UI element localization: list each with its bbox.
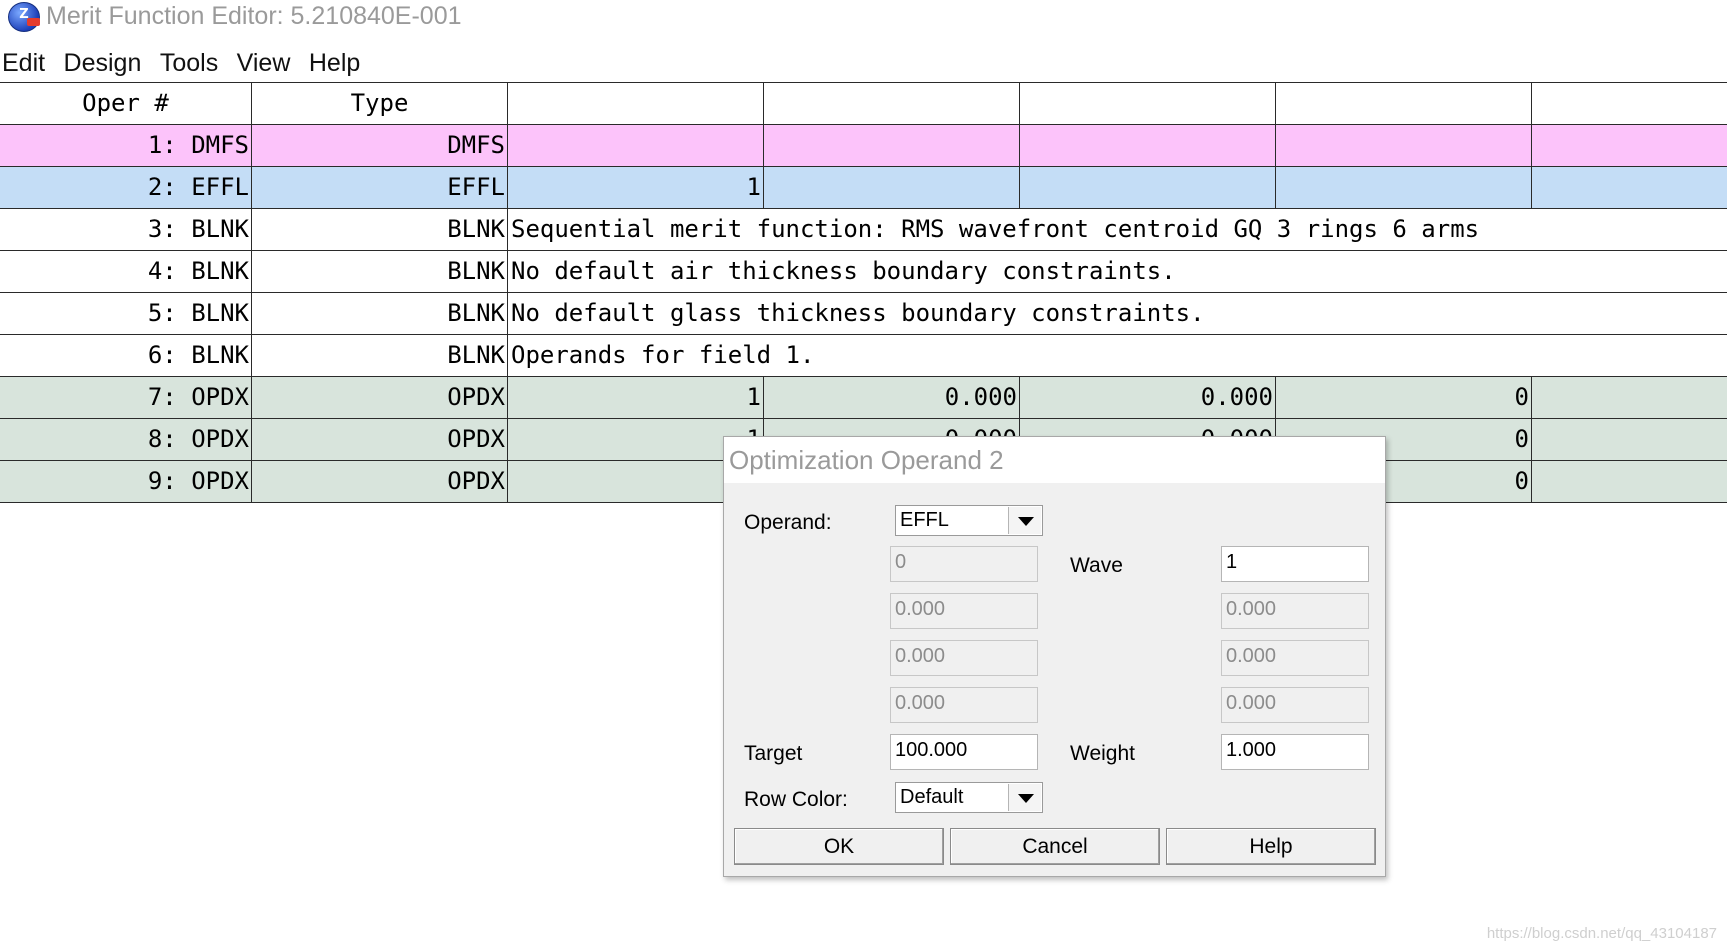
ok-button[interactable]: OK	[734, 828, 944, 865]
watermark: https://blog.csdn.net/qq_43104187	[1486, 925, 1717, 942]
title-bar: Z Merit Function Editor: 5.210840E-001	[0, 0, 1727, 34]
table-row[interactable]: 3: BLNK BLNK Sequential merit function: RM…	[0, 208, 1727, 250]
param-cell[interactable]: 0	[1276, 377, 1532, 418]
operand-type-cell[interactable]: BLNK	[252, 335, 508, 376]
operand-type-cell[interactable]: OPDX	[252, 419, 508, 460]
header-col-1[interactable]	[508, 83, 764, 124]
header-col-2[interactable]	[764, 83, 1020, 124]
param-cell[interactable]	[764, 167, 1020, 208]
operand-number-cell[interactable]: 9: OPDX	[0, 461, 252, 502]
comment-cell[interactable]: No default air thickness boundary constr…	[509, 251, 1176, 292]
table-row[interactable]: 1: DMFS DMFS	[0, 124, 1727, 166]
operand-number-cell[interactable]: 5: BLNK	[0, 293, 252, 334]
grid-header-row: Oper # Type	[0, 82, 1727, 124]
wave-input[interactable]: 1	[1221, 546, 1369, 582]
operand-number-cell[interactable]: 2: EFFL	[0, 167, 252, 208]
param-field-3: 0.000	[890, 640, 1038, 676]
operand-number-cell[interactable]: 7: OPDX	[0, 377, 252, 418]
param-field-2: 0.000	[890, 593, 1038, 629]
param-cell[interactable]	[508, 125, 764, 166]
menu-help[interactable]: Help	[307, 44, 362, 82]
param-cell[interactable]: 1	[508, 167, 764, 208]
target-label: Target	[744, 742, 803, 765]
operand-type-cell[interactable]: OPDX	[252, 377, 508, 418]
table-row[interactable]: 2: EFFL EFFL 1	[0, 166, 1727, 208]
operand-number-cell[interactable]: 1: DMFS	[0, 125, 252, 166]
wave-label: Wave	[1070, 554, 1123, 577]
param-cell[interactable]: 0.000	[764, 377, 1020, 418]
help-button[interactable]: Help	[1166, 828, 1376, 865]
operand-type-cell[interactable]: BLNK	[252, 293, 508, 334]
chevron-down-icon[interactable]	[1008, 784, 1041, 811]
row-color-select-value: Default	[900, 786, 964, 808]
operand-type-cell[interactable]: BLNK	[252, 209, 508, 250]
comment-cell[interactable]: Sequential merit function: RMS wavefront…	[509, 209, 1479, 250]
target-input[interactable]: 100.000	[890, 734, 1038, 770]
operand-number-cell[interactable]: 4: BLNK	[0, 251, 252, 292]
operand-type-cell[interactable]: DMFS	[252, 125, 508, 166]
param-field-7: 0.000	[1221, 687, 1369, 723]
param-cell[interactable]	[1020, 167, 1276, 208]
operand-number-cell[interactable]: 3: BLNK	[0, 209, 252, 250]
window-title: Merit Function Editor: 5.210840E-001	[46, 2, 462, 30]
row-color-select[interactable]: Default	[895, 782, 1043, 813]
weight-label: Weight	[1070, 742, 1135, 765]
menu-tools[interactable]: Tools	[158, 44, 220, 82]
menu-bar: Edit Design Tools View Help	[0, 44, 372, 82]
header-oper[interactable]: Oper #	[0, 83, 252, 124]
menu-design[interactable]: Design	[62, 44, 144, 82]
header-type[interactable]: Type	[252, 83, 508, 124]
cancel-button[interactable]: Cancel	[950, 828, 1160, 865]
param-cell[interactable]: 0.000	[1020, 377, 1276, 418]
param-cell[interactable]	[1532, 377, 1727, 418]
zemax-app-icon: Z	[8, 2, 40, 32]
table-row[interactable]: 4: BLNK BLNK No default air thickness boun…	[0, 250, 1727, 292]
table-row[interactable]: 5: BLNK BLNK No default glass thickness bo…	[0, 292, 1727, 334]
row-color-label: Row Color:	[744, 788, 848, 811]
operand-type-cell[interactable]: EFFL	[252, 167, 508, 208]
comment-cell[interactable]: No default glass thickness boundary cons…	[509, 293, 1205, 334]
table-row[interactable]: 6: BLNK BLNK Operands for field 1.	[0, 334, 1727, 376]
param-cell[interactable]	[1276, 125, 1532, 166]
optimization-operand-dialog: Optimization Operand 2 Operand: EFFL 0 W…	[723, 436, 1386, 877]
param-cell[interactable]	[1532, 167, 1727, 208]
param-cell[interactable]: 1	[508, 377, 764, 418]
operand-label: Operand:	[744, 511, 832, 534]
param-cell[interactable]	[1532, 419, 1727, 460]
header-col-3[interactable]	[1020, 83, 1276, 124]
param-cell[interactable]	[1532, 461, 1727, 502]
operand-number-cell[interactable]: 6: BLNK	[0, 335, 252, 376]
comment-cell[interactable]: Operands for field 1.	[509, 335, 814, 376]
header-col-4[interactable]	[1276, 83, 1532, 124]
param-cell[interactable]	[1020, 125, 1276, 166]
param-cell[interactable]	[1532, 125, 1727, 166]
operand-type-cell[interactable]: BLNK	[252, 251, 508, 292]
param-field-6: 0.000	[1221, 640, 1369, 676]
operand-type-cell[interactable]: OPDX	[252, 461, 508, 502]
operand-select[interactable]: EFFL	[895, 505, 1043, 536]
weight-input[interactable]: 1.000	[1221, 734, 1369, 770]
menu-edit[interactable]: Edit	[0, 44, 47, 82]
dialog-title: Optimization Operand 2	[724, 437, 1385, 483]
param-field-1: 0	[890, 546, 1038, 582]
operand-number-cell[interactable]: 8: OPDX	[0, 419, 252, 460]
operand-select-value: EFFL	[900, 509, 949, 531]
menu-view[interactable]: View	[235, 44, 293, 82]
param-cell[interactable]	[764, 125, 1020, 166]
header-col-5[interactable]	[1532, 83, 1727, 124]
param-field-5: 0.000	[1221, 593, 1369, 629]
table-row[interactable]: 7: OPDX OPDX 1 0.000 0.000 0	[0, 376, 1727, 418]
chevron-down-icon[interactable]	[1008, 507, 1041, 534]
param-field-4: 0.000	[890, 687, 1038, 723]
param-cell[interactable]	[1276, 167, 1532, 208]
